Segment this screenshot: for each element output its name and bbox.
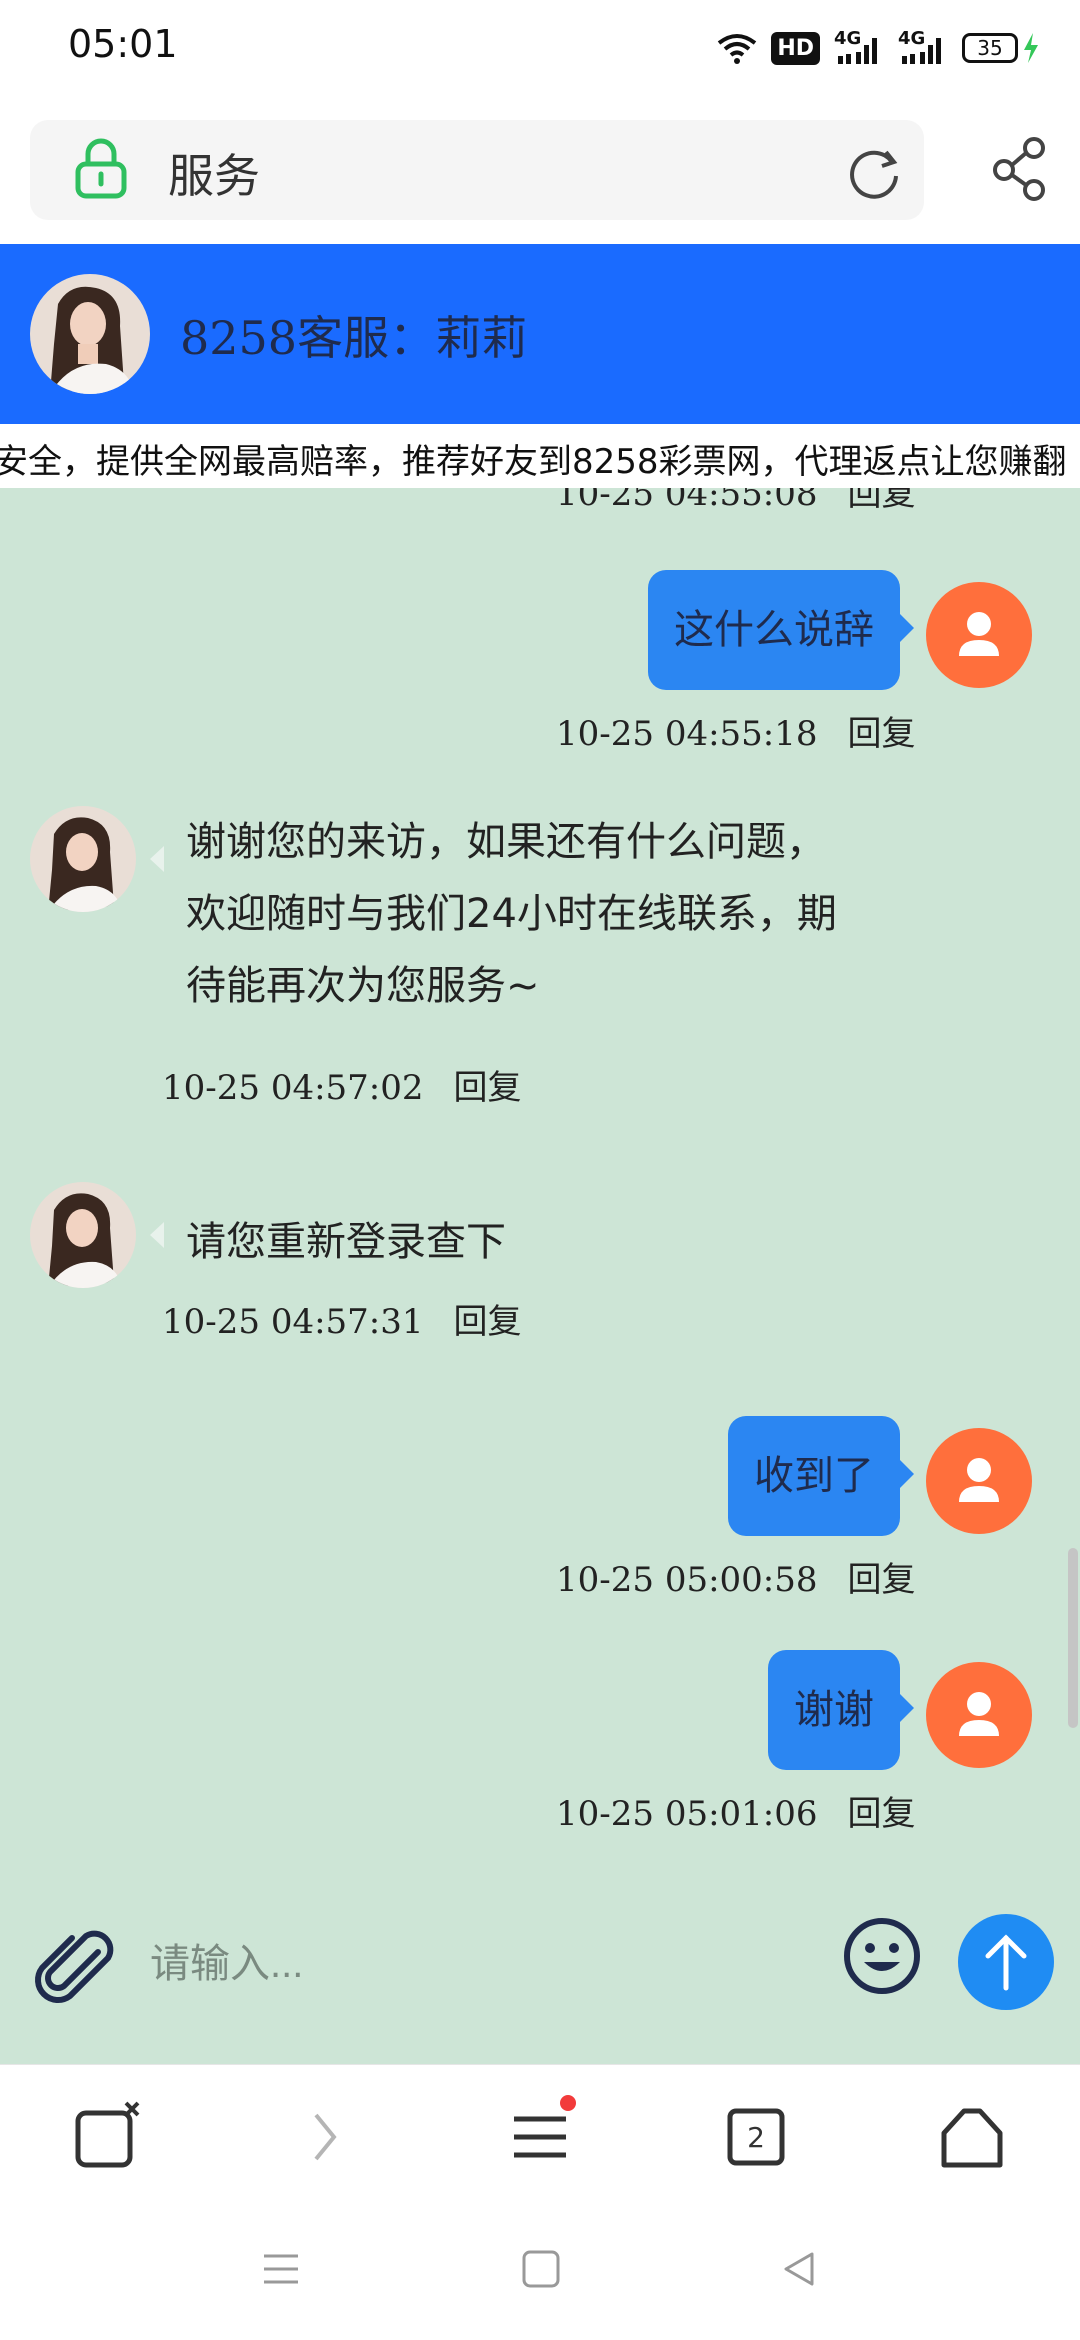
outgoing-message-bubble[interactable]: 谢谢 (768, 1650, 914, 1770)
attachment-icon[interactable] (34, 1928, 116, 2010)
user-avatar (926, 1662, 1032, 1768)
status-icons: HD 4G 4G 35 (717, 26, 1040, 70)
incoming-message[interactable]: 请您重新登录查下 (186, 1206, 506, 1278)
chat-messages[interactable]: 10-25 04:55:08 回复 这什么说辞 10-25 04:55:18 回复 … (0, 488, 1080, 1864)
user-avatar (926, 1428, 1032, 1534)
agent-avatar[interactable] (30, 1182, 136, 1288)
page-title: 服务 (168, 149, 260, 203)
announcement-marquee: 安全，提供全网最高赔率，推荐好友到8258彩票网，代理返点让您赚翻 (0, 424, 1080, 488)
user-avatar (926, 582, 1032, 688)
user-icon (959, 612, 999, 656)
reply-link[interactable]: 回复 (848, 715, 916, 753)
browser-toolbar: 服务 (0, 96, 1080, 244)
lock-icon (75, 138, 127, 199)
reply-link[interactable]: 回复 (848, 488, 916, 513)
charging-icon (1024, 33, 1038, 63)
message-timestamp: 10-25 05:01:06 回复 (556, 1794, 916, 1834)
announcement-text: 安全，提供全网最高赔率，推荐好友到8258彩票网，代理返点让您赚翻 (0, 442, 1067, 482)
reply-link[interactable]: 回复 (454, 1069, 522, 1107)
arrow-up-icon (985, 1934, 1027, 1991)
outgoing-message-bubble[interactable]: 收到了 (728, 1416, 914, 1536)
hd-badge: HD (771, 31, 820, 65)
reply-link[interactable]: 回复 (848, 1561, 916, 1599)
message-timestamp: 10-25 05:00:58 回复 (556, 1560, 916, 1600)
signal-icon-2: 4G (898, 28, 948, 66)
tabs-icon: 2 (727, 2108, 785, 2166)
message-input[interactable] (150, 1914, 810, 2014)
close-tab-icon[interactable] (70, 2099, 146, 2175)
agent-avatar[interactable] (30, 274, 150, 394)
address-bar[interactable]: 服务 (30, 120, 924, 220)
message-timestamp: 10-25 04:55:18 回复 (556, 714, 916, 754)
status-bar: 05:01 HD 4G 4G 35 (0, 0, 1080, 96)
message-composer (0, 1864, 1080, 2064)
back-icon[interactable] (776, 2246, 822, 2292)
refresh-icon[interactable] (846, 144, 902, 200)
browser-bottom-nav: 2 (0, 2064, 1080, 2204)
message-timestamp: 10-25 04:57:02 回复 (162, 1068, 522, 1108)
scroll-thumb[interactable] (1068, 1548, 1078, 1728)
bubble-tail (150, 846, 164, 872)
wifi-icon (718, 34, 757, 64)
forward-icon[interactable] (286, 2099, 362, 2175)
recent-apps-icon[interactable] (258, 2246, 304, 2292)
tabs-button[interactable]: 2 (718, 2099, 794, 2175)
reply-link[interactable]: 回复 (454, 1303, 522, 1341)
reply-link[interactable]: 回复 (848, 1795, 916, 1833)
send-button[interactable] (958, 1914, 1054, 2010)
message-timestamp: 10-25 04:57:31 回复 (162, 1302, 522, 1342)
menu-button[interactable] (502, 2095, 578, 2175)
home-button-icon[interactable] (518, 2246, 564, 2292)
user-icon (959, 1458, 999, 1502)
status-time: 05:01 (68, 22, 178, 66)
bubble-tail (150, 1222, 164, 1248)
svg-text:2: 2 (747, 2121, 765, 2154)
chat-header: 8258客服：莉莉 (0, 244, 1080, 424)
agent-avatar[interactable] (30, 806, 136, 912)
battery-icon: 35 (962, 33, 1040, 63)
share-icon[interactable] (990, 136, 1050, 202)
home-icon[interactable] (934, 2099, 1010, 2175)
user-icon (959, 1692, 999, 1736)
emoji-icon[interactable] (842, 1916, 922, 1996)
system-nav-bar (0, 2204, 1080, 2340)
scrollbar[interactable] (1068, 498, 1080, 1864)
outgoing-message-bubble[interactable]: 这什么说辞 (648, 570, 914, 690)
incoming-message[interactable]: 谢谢您的来访，如果还有什么问题， 欢迎随时与我们24小时在线联系，期 待能再次为… (186, 806, 837, 1022)
signal-icon: 4G (834, 28, 884, 66)
message-timestamp: 10-25 04:55:08 回复 (556, 488, 916, 515)
notification-dot (560, 2095, 576, 2111)
agent-name: 8258客服：莉莉 (180, 311, 528, 365)
